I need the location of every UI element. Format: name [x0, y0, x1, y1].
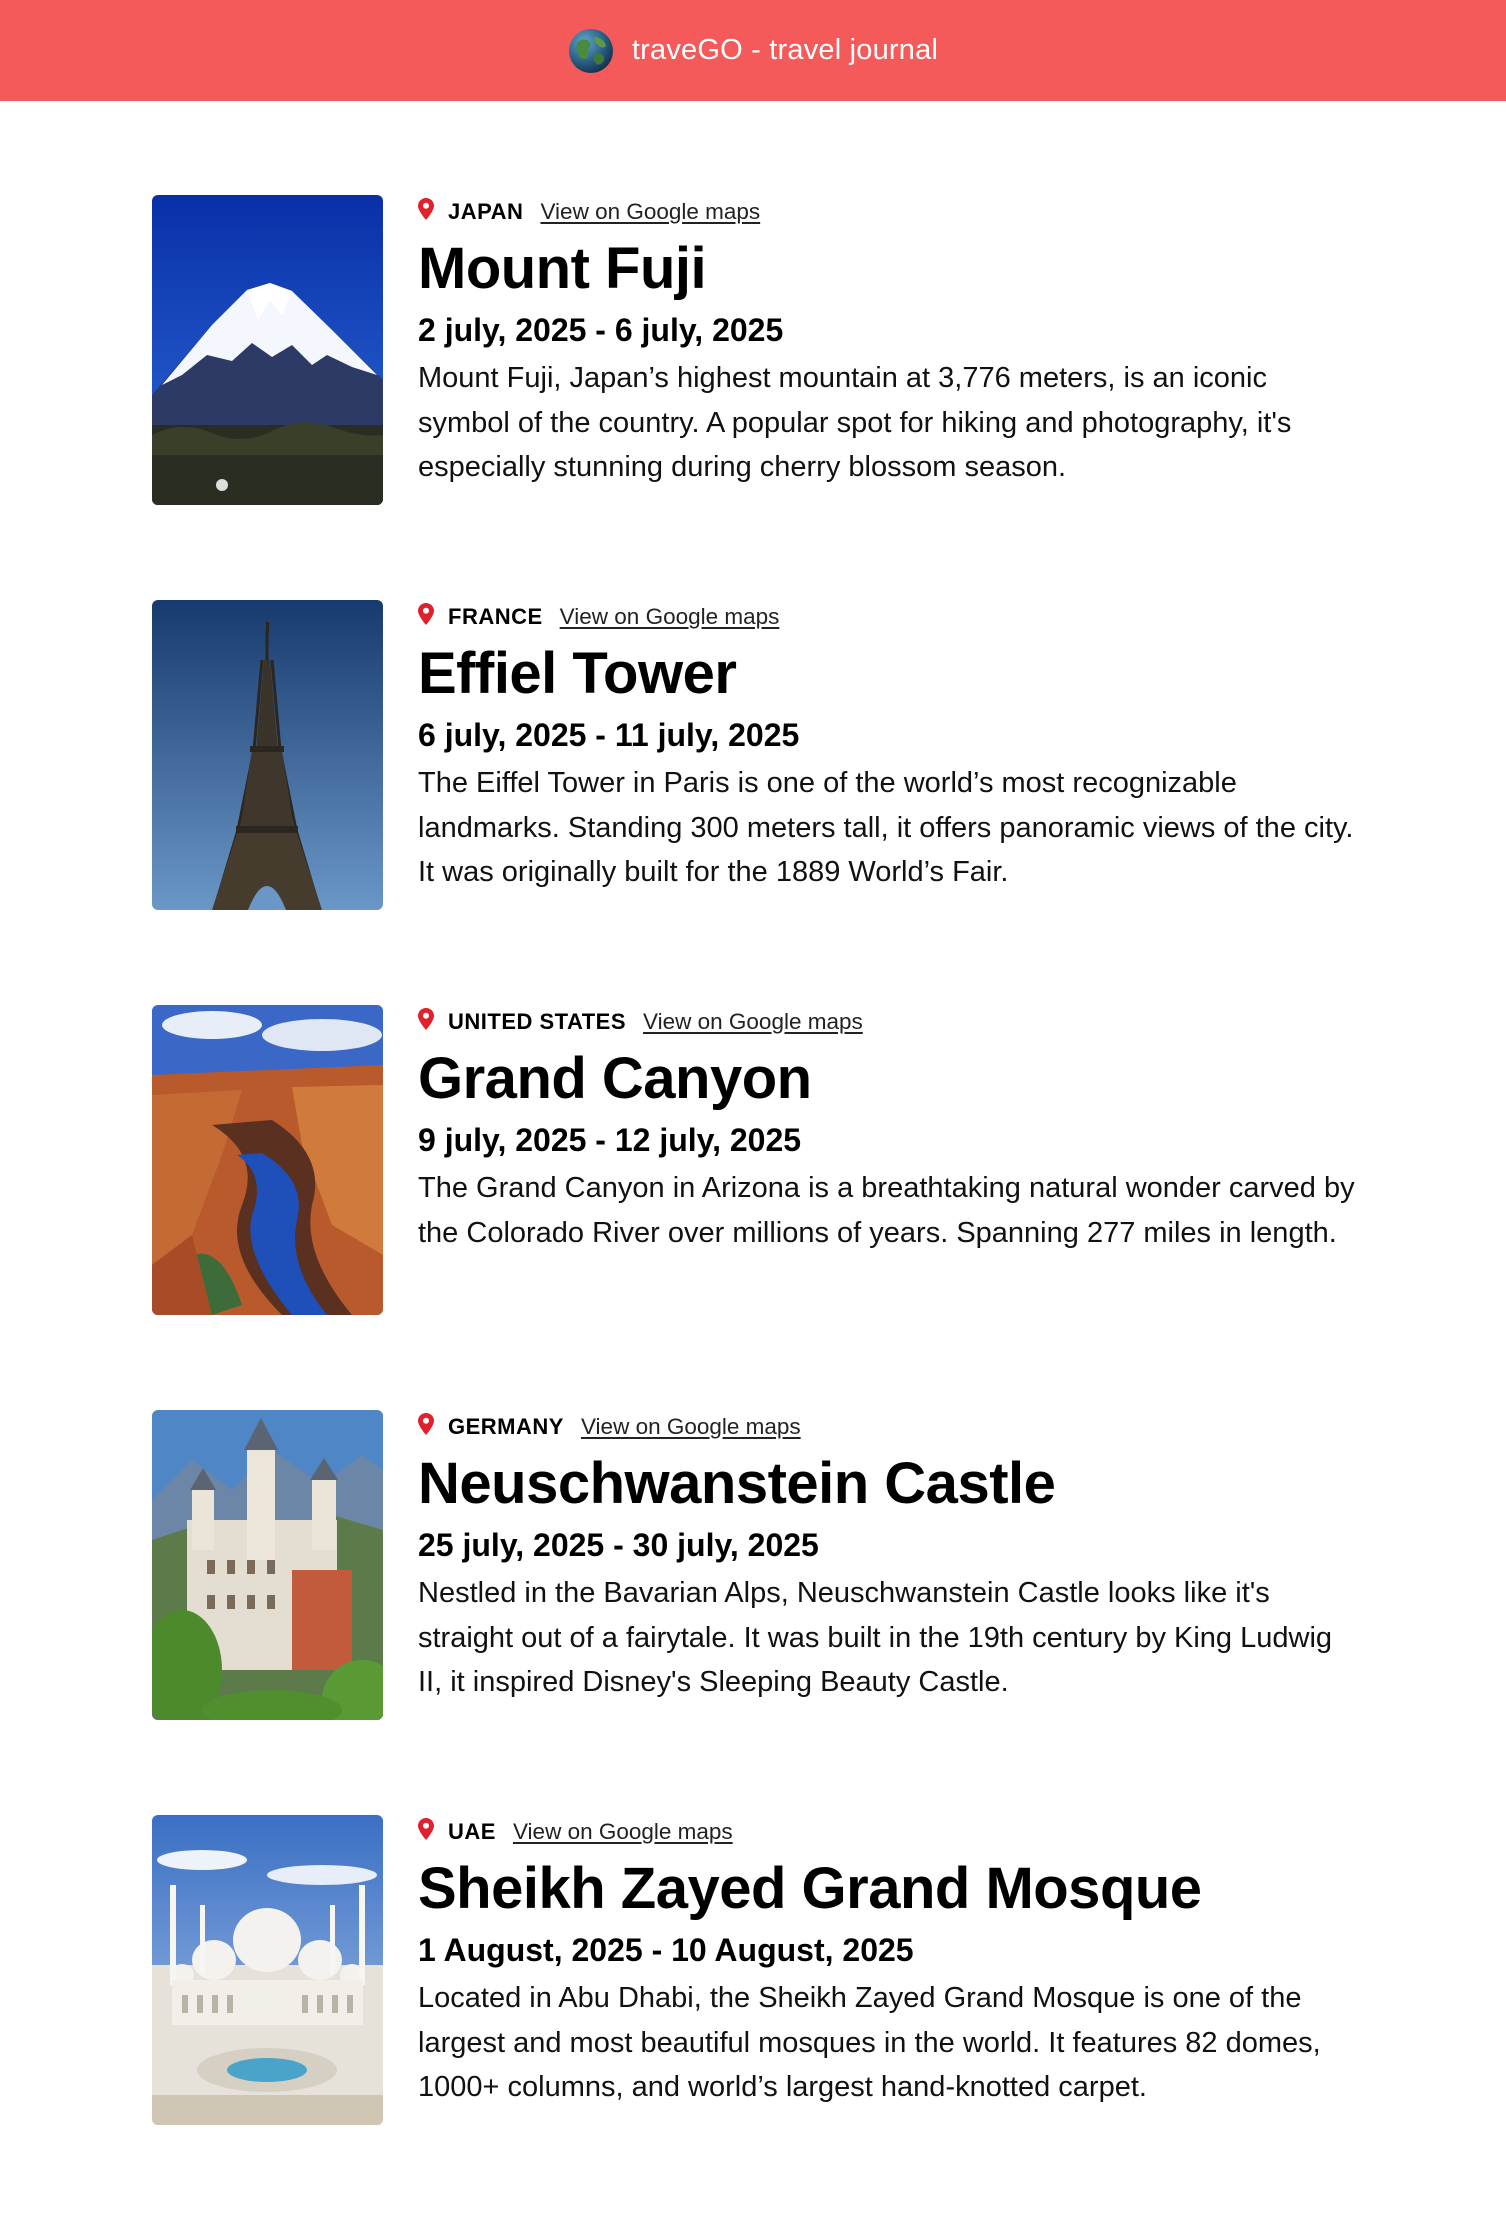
- entry-description: Mount Fuji, Japan’s highest mountain at …: [418, 362, 1292, 483]
- sheikh-zayed-mosque-photo: [152, 1815, 383, 2125]
- entry-dates: 2 july, 2025 - 6 july, 2025: [418, 312, 784, 348]
- country-label: UNITED STATES: [448, 1009, 627, 1034]
- journal-entry: FRANCE View on Google maps Effiel Tower …: [0, 600, 1506, 1005]
- journal-entry: UAE View on Google maps Sheikh Zayed Gra…: [0, 1815, 1506, 2220]
- journal-entry: JAPAN View on Google maps Mount Fuji 2 j…: [0, 195, 1506, 600]
- entry-dates: 25 july, 2025 - 30 july, 2025: [418, 1527, 819, 1563]
- mount-fuji-photo: [152, 195, 383, 505]
- eiffel-tower-photo: [152, 600, 383, 910]
- country-label: JAPAN: [448, 199, 524, 224]
- entry-title: Grand Canyon: [418, 1046, 812, 1111]
- app-header: traveGO - travel journal: [0, 0, 1506, 101]
- entry-title: Neuschwanstein Castle: [418, 1451, 1056, 1516]
- location-pin-icon: [418, 1008, 434, 1030]
- country-label: GERMANY: [448, 1414, 564, 1439]
- country-label: UAE: [448, 1819, 496, 1844]
- country-label: FRANCE: [448, 604, 543, 629]
- journal-entry: UNITED STATES View on Google maps Grand …: [0, 1005, 1506, 1410]
- entry-title: Effiel Tower: [418, 641, 737, 706]
- location-pin-icon: [418, 1818, 434, 1840]
- entry-description: Nestled in the Bavarian Alps, Neuschwans…: [418, 1577, 1333, 1698]
- brand-title: traveGO - travel journal: [631, 34, 939, 66]
- google-maps-link[interactable]: View on Google maps: [643, 1009, 863, 1035]
- journal-entries: JAPAN View on Google maps Mount Fuji 2 j…: [0, 101, 1506, 2220]
- entry-dates: 9 july, 2025 - 12 july, 2025: [418, 1122, 802, 1158]
- google-maps-link[interactable]: View on Google maps: [513, 1819, 733, 1845]
- entry-title: Mount Fuji: [418, 236, 707, 301]
- neuschwanstein-castle-photo: [152, 1410, 383, 1720]
- location-pin-icon: [418, 198, 434, 220]
- entry-description: Located in Abu Dhabi, the Sheikh Zayed G…: [418, 1982, 1321, 2103]
- location-pin-icon: [418, 603, 434, 625]
- google-maps-link[interactable]: View on Google maps: [581, 1414, 801, 1440]
- google-maps-link[interactable]: View on Google maps: [560, 604, 780, 630]
- entry-title: Sheikh Zayed Grand Mosque: [418, 1856, 1202, 1921]
- grand-canyon-photo: [152, 1005, 383, 1315]
- google-maps-link[interactable]: View on Google maps: [540, 199, 760, 225]
- entry-dates: 6 july, 2025 - 11 july, 2025: [418, 717, 800, 753]
- globe-icon: [568, 28, 613, 73]
- journal-entry: GERMANY View on Google maps Neuschwanste…: [0, 1410, 1506, 1815]
- entry-description: The Grand Canyon in Arizona is a breatht…: [418, 1172, 1355, 1249]
- location-pin-icon: [418, 1413, 434, 1435]
- entry-description: The Eiffel Tower in Paris is one of the …: [418, 767, 1354, 888]
- entry-dates: 1 August, 2025 - 10 August, 2025: [418, 1932, 914, 1968]
